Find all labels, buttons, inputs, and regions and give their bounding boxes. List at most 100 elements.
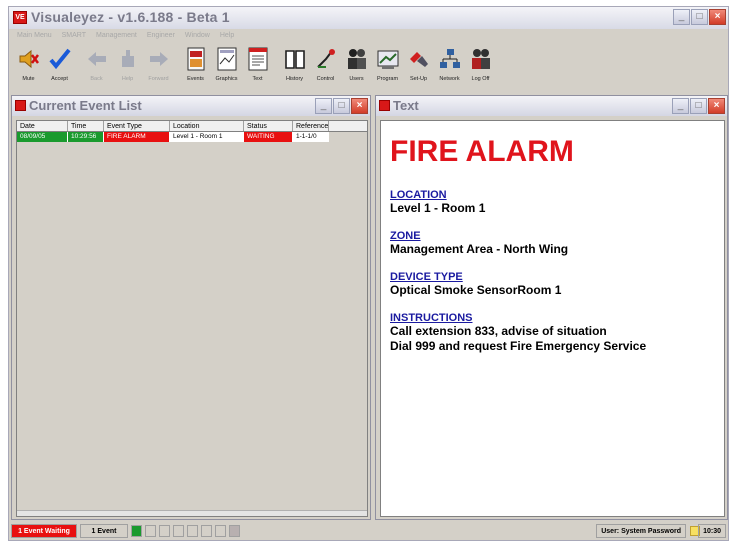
cell-reference: 1-1-1/0 (293, 132, 329, 142)
text-title-bar[interactable]: Text _ □ × (376, 96, 727, 116)
text-icon (245, 44, 271, 74)
hand-help-icon (115, 44, 141, 74)
program-button[interactable]: Program (372, 44, 403, 92)
text-button[interactable]: Text (242, 44, 273, 92)
toolbar-label: Graphics (215, 76, 238, 82)
location-value: Level 1 - Room 1 (390, 201, 486, 215)
log-off-button[interactable]: Log Off (465, 44, 496, 92)
toolbar-label: Network (439, 76, 460, 82)
app-logo-icon: VE (13, 11, 27, 24)
title-bar[interactable]: VE Visualeyez - v1.6.188 - Beta 1 _ □ × (9, 7, 728, 29)
column-event-type[interactable]: Event Type (104, 121, 170, 131)
toolbar-label: Forward (148, 76, 169, 82)
window-title: Visualeyez - v1.6.188 - Beta 1 (31, 9, 230, 25)
column-time[interactable]: Time (68, 121, 104, 131)
toolbar-label: Mute (22, 76, 35, 82)
table-row[interactable]: 08/09/05 10:29:56 FIRE ALARM Level 1 - R… (17, 132, 367, 142)
toolbar-label: Help (121, 76, 134, 82)
zone-heading: ZONE (390, 230, 421, 242)
status-indicator-icon (131, 525, 142, 537)
status-indicator-icon (173, 525, 184, 537)
clock-time: 10:30 (698, 524, 726, 538)
events-waiting-badge[interactable]: 1 Event Waiting (11, 524, 77, 538)
event-count: 1 Event (80, 524, 128, 538)
network-button[interactable]: Network (434, 44, 465, 92)
event-table: Date Time Event Type Location Status Ref… (16, 120, 368, 517)
control-button[interactable]: Control (310, 44, 341, 92)
column-status[interactable]: Status (244, 121, 293, 131)
cell-status: WAITING (244, 132, 293, 142)
minimize-button[interactable]: _ (315, 98, 332, 114)
back-button[interactable]: Back (81, 44, 112, 92)
printer-icon[interactable] (229, 525, 240, 537)
menu-main[interactable]: Main Menu (17, 29, 52, 43)
program-icon (375, 44, 401, 74)
menu-window[interactable]: Window (185, 29, 210, 43)
cell-time: 10:29:56 (68, 132, 104, 142)
history-button[interactable]: History (279, 44, 310, 92)
column-reference[interactable]: Reference (293, 121, 329, 131)
accept-button[interactable]: Accept (44, 44, 75, 92)
graphics-icon (214, 44, 240, 74)
graphics-button[interactable]: Graphics (211, 44, 242, 92)
control-icon (313, 44, 339, 74)
toolbar-label: Back (90, 76, 103, 82)
minimize-button[interactable]: _ (673, 9, 690, 25)
events-button[interactable]: Events (180, 44, 211, 92)
column-location[interactable]: Location (170, 121, 244, 131)
mute-button[interactable]: Mute (13, 44, 44, 92)
zone-value: Management Area - North Wing (390, 242, 569, 256)
toolbar-label: Set-Up (409, 76, 428, 82)
menu-engineer[interactable]: Engineer (147, 29, 175, 43)
maximize-button[interactable]: □ (690, 98, 707, 114)
toolbar: Mute Accept Back Help Forward Events Gra… (9, 44, 728, 92)
event-list-window: Current Event List _ □ × Date Time Event… (11, 95, 371, 520)
network-icon (437, 44, 463, 74)
menu-smart[interactable]: SMART (62, 29, 86, 43)
arrow-right-icon (146, 44, 172, 74)
column-date[interactable]: Date (17, 121, 68, 131)
minimize-button[interactable]: _ (672, 98, 689, 114)
close-button[interactable]: × (709, 9, 726, 25)
alarm-title: FIRE ALARM (390, 135, 574, 168)
status-indicator-icon (159, 525, 170, 537)
users-icon (344, 44, 370, 74)
checkmark-icon (47, 44, 73, 74)
setup-button[interactable]: Set-Up (403, 44, 434, 92)
users-button[interactable]: Users (341, 44, 372, 92)
status-bar: 1 Event Waiting 1 Event User: System Pas… (9, 522, 728, 540)
menu-bar: Main Menu SMART Management Engineer Wind… (9, 29, 728, 43)
device-type-heading: DEVICE TYPE (390, 271, 463, 283)
close-button[interactable]: × (708, 98, 725, 114)
instruction-line: Dial 999 and request Fire Emergency Serv… (390, 339, 647, 353)
cell-date: 08/09/05 (17, 132, 68, 142)
event-list-title: Current Event List (29, 98, 142, 113)
horizontal-scrollbar[interactable] (17, 510, 367, 516)
forward-button[interactable]: Forward (143, 44, 174, 92)
close-button[interactable]: × (351, 98, 368, 114)
table-header: Date Time Event Type Location Status Ref… (17, 121, 367, 132)
menu-help[interactable]: Help (220, 29, 234, 43)
maximize-button[interactable]: □ (333, 98, 350, 114)
toolbar-label: Users (349, 76, 364, 82)
toolbar-label: Text (252, 76, 263, 82)
instructions-heading: INSTRUCTIONS (390, 312, 473, 324)
toolbar-label: History (285, 76, 304, 82)
toolbar-label: Control (316, 76, 335, 82)
logoff-icon (468, 44, 494, 74)
help-button[interactable]: Help (112, 44, 143, 92)
cell-event-type: FIRE ALARM (104, 132, 170, 142)
menu-management[interactable]: Management (96, 29, 137, 43)
current-user: User: System Password (596, 524, 686, 538)
status-indicator-icon (215, 525, 226, 537)
speaker-mute-icon (16, 44, 42, 74)
maximize-button[interactable]: □ (691, 9, 708, 25)
event-list-title-bar[interactable]: Current Event List _ □ × (12, 96, 370, 116)
book-icon (282, 44, 308, 74)
text-window-title: Text (393, 98, 419, 113)
arrow-left-icon (84, 44, 110, 74)
status-indicator-icon (187, 525, 198, 537)
event-detail-view: FIRE ALARM LOCATION Level 1 - Room 1 ZON… (380, 120, 725, 517)
setup-icon (406, 44, 432, 74)
device-type-value: Optical Smoke SensorRoom 1 (390, 283, 562, 297)
